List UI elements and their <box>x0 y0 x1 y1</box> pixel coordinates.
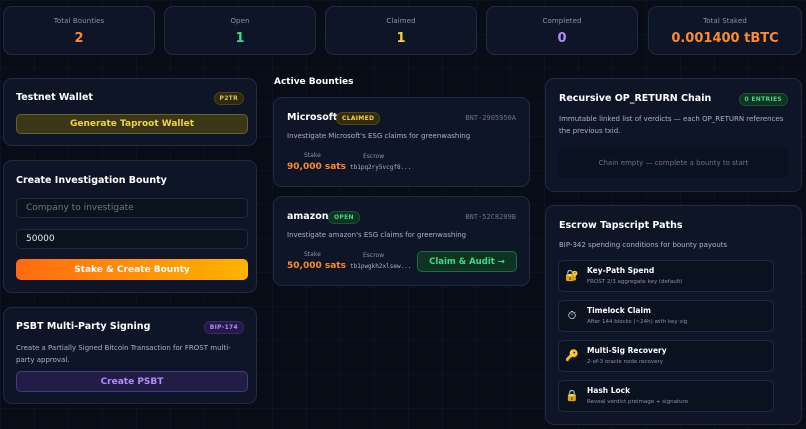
card-title: Escrow Tapscript Paths <box>559 220 683 231</box>
chain-empty-text: Chain empty — complete a bounty to start <box>598 159 749 167</box>
stat-value: 2 <box>74 31 84 46</box>
stat-total-bounties: Total Bounties 2 <box>3 6 155 55</box>
create-psbt-button[interactable]: Create PSBT <box>16 371 248 392</box>
path-timelock-claim: ⏱ Timelock Claim After 144 blocks (~24h)… <box>558 300 774 332</box>
escrow-address: tb1pq2ry5vcgf8... <box>350 164 412 171</box>
stat-label: Completed <box>542 17 582 25</box>
card-title: Recursive OP_RETURN Chain <box>559 93 712 104</box>
bounty-id: BNT-52C8209B <box>465 213 516 221</box>
path-title: Key-Path Spend <box>587 266 655 275</box>
status-badge: CLAIMED <box>336 112 381 125</box>
testnet-wallet-card: Testnet Wallet P2TR Generate Taproot Wal… <box>3 78 257 146</box>
create-bounty-card: Create Investigation Bounty Stake & Crea… <box>3 160 257 293</box>
bounty-company: amazon <box>287 211 329 222</box>
stat-total-staked: Total Staked 0.001400 tBTC <box>648 6 802 55</box>
stat-claimed: Claimed 1 <box>325 6 477 55</box>
stat-value: 0.001400 tBTC <box>671 31 779 46</box>
company-input[interactable] <box>16 198 248 218</box>
claim-audit-button[interactable]: Claim & Audit → <box>417 251 517 272</box>
bounty-card[interactable]: Microsoft CLAIMED BNT-2905950A Investiga… <box>273 97 530 187</box>
stat-value: 1 <box>396 31 406 46</box>
key-lock-icon: 🔐 <box>565 269 579 282</box>
path-title: Hash Lock <box>587 386 631 395</box>
escrow-label: Escrow <box>363 153 385 160</box>
path-desc: FROST 2/3 aggregate key (default) <box>587 279 683 285</box>
status-badge: OPEN <box>328 211 360 224</box>
bounty-id: BNT-2905950A <box>465 114 516 122</box>
stat-label: Total Bounties <box>53 17 105 25</box>
path-title: Timelock Claim <box>587 306 651 315</box>
stat-completed: Completed 0 <box>486 6 638 55</box>
bounty-description: Investigate Microsoft's ESG claims for g… <box>287 132 471 140</box>
chain-description: Immutable linked list of verdicts — each… <box>559 115 784 135</box>
op-return-chain-card: Recursive OP_RETURN Chain 0 ENTRIES Immu… <box>545 78 802 192</box>
card-title: Create Investigation Bounty <box>16 175 167 186</box>
path-desc: 2-of-3 oracle node recovery <box>587 359 664 365</box>
bounty-description: Investigate amazon's ESG claims for gree… <box>287 231 467 239</box>
bip174-badge: BIP-174 <box>203 321 244 334</box>
stake-create-button[interactable]: Stake & Create Bounty <box>16 259 248 280</box>
stake-value: 50,000 sats <box>287 261 346 271</box>
key-icon: 🔑 <box>565 349 579 362</box>
path-desc: After 144 blocks (~24h) with key sig <box>587 319 688 325</box>
path-key-path-spend: 🔐 Key-Path Spend FROST 2/3 aggregate key… <box>558 260 774 292</box>
escrow-paths-card: Escrow Tapscript Paths BIP-342 spending … <box>545 205 802 425</box>
path-title: Multi-Sig Recovery <box>587 346 667 355</box>
generate-wallet-button[interactable]: Generate Taproot Wallet <box>16 114 248 134</box>
entries-badge: 0 ENTRIES <box>738 93 788 106</box>
stat-label: Claimed <box>386 17 416 25</box>
stat-value: 1 <box>235 31 245 46</box>
p2tr-badge: P2TR <box>213 92 244 105</box>
path-hash-lock: 🔒 Hash Lock Reveal verdict preimage + si… <box>558 380 774 412</box>
psbt-card: PSBT Multi-Party Signing BIP-174 Create … <box>3 307 257 404</box>
escrow-label: Escrow <box>363 252 385 259</box>
stake-label: Stake <box>304 251 321 258</box>
amount-input[interactable] <box>16 229 248 249</box>
psbt-description: Create a Partially Signed Bitcoin Transa… <box>16 344 231 364</box>
path-multisig-recovery: 🔑 Multi-Sig Recovery 2-of-3 oracle node … <box>558 340 774 372</box>
active-bounties-heading: Active Bounties <box>274 77 354 87</box>
escrow-subtitle: BIP-342 spending conditions for bounty p… <box>559 241 728 249</box>
path-desc: Reveal verdict preimage + signature <box>587 399 689 405</box>
stake-value: 90,000 sats <box>287 162 346 172</box>
card-title: Testnet Wallet <box>16 92 93 103</box>
stat-open: Open 1 <box>164 6 316 55</box>
stat-label: Open <box>230 17 250 25</box>
chain-empty-box: Chain empty — complete a bounty to start <box>559 148 788 178</box>
bounty-card[interactable]: amazon OPEN BNT-52C8209B Investigate ama… <box>273 196 530 286</box>
stat-value: 0 <box>557 31 567 46</box>
stake-label: Stake <box>304 152 321 159</box>
stat-label: Total Staked <box>703 17 747 25</box>
card-title: PSBT Multi-Party Signing <box>16 321 151 332</box>
stopwatch-icon: ⏱ <box>567 309 577 322</box>
lock-icon: 🔒 <box>565 389 579 402</box>
escrow-address: tb1pwgkh2xlsew... <box>350 263 412 270</box>
bounty-company: Microsoft <box>287 112 338 123</box>
